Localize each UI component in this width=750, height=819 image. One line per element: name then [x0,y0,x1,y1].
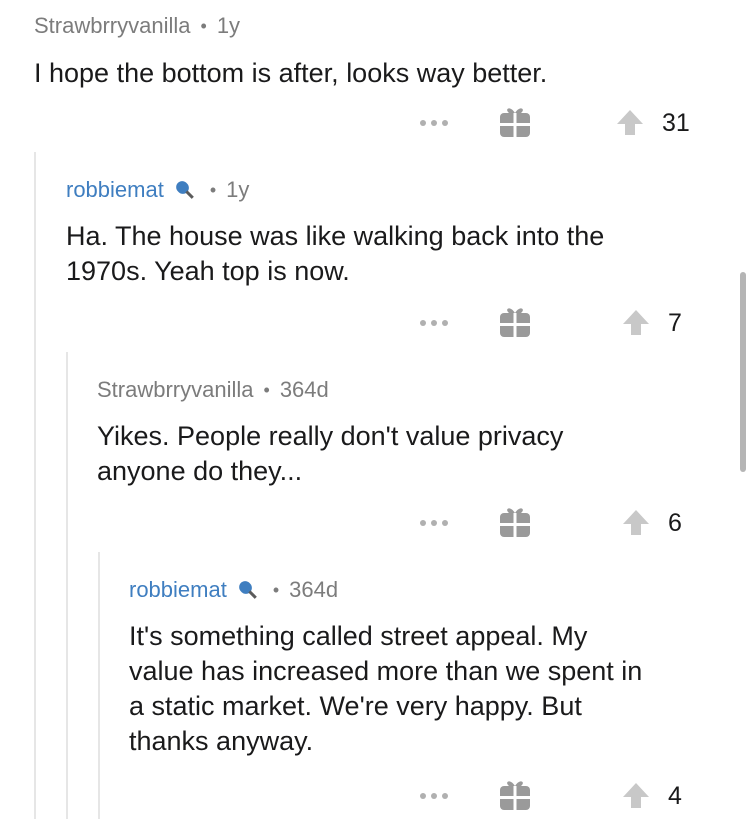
upvote-arrow-icon[interactable] [622,508,650,536]
upvote-arrow-icon[interactable] [616,108,644,136]
gift-award-icon[interactable] [498,778,532,812]
comment-body-line: I hope the bottom is after, looks way be… [34,58,548,88]
comment-meta: robbiemat • 364d [129,576,338,604]
comment-age: 364d [279,377,329,402]
comment-body: I hope the bottom is after, looks way be… [34,56,547,91]
comment-body: Yikes. People really don't value privacy… [97,419,563,489]
vote-count: 31 [662,109,690,137]
vote-count: 4 [668,782,682,810]
meta-separator: • [263,380,270,400]
upvote-arrow-icon[interactable] [622,781,650,809]
vote-count: 6 [668,509,682,537]
gift-award-icon[interactable] [498,305,532,339]
comment-body-line: 1970s. Yeah top is now. [66,256,350,286]
comment-body-line: thanks anyway. [129,726,314,756]
comment-author[interactable]: Strawbrryvanilla [97,376,254,404]
meta-separator: • [200,16,207,36]
thread-line-level-3[interactable] [98,552,100,819]
comment-author[interactable]: Strawbrryvanilla [34,12,191,40]
comment-age: 1y [216,13,241,38]
vote-count: 7 [668,309,682,337]
comment-meta: robbiemat • 1y [66,176,249,204]
comment-age: 364d [289,577,339,602]
comment-body-line: anyone do they... [97,456,303,486]
comment-meta: Strawbrryvanilla • 1y [34,12,240,40]
comment-body-line: a static market. We're very happy. But [129,691,582,721]
comment-age: 1y [226,177,250,202]
comment-body-line: Ha. The house was like walking back into… [66,221,605,251]
more-options-icon[interactable] [418,318,450,328]
more-options-icon[interactable] [418,518,450,528]
meta-separator: • [272,580,280,600]
comment-body-line: value has increased more than we spent i… [129,656,643,686]
thread-line-level-2[interactable] [66,352,68,819]
microphone-flair-icon [176,181,194,199]
upvote-arrow-icon[interactable] [622,308,650,336]
meta-separator: • [209,180,217,200]
gift-award-icon[interactable] [498,505,532,539]
comment-author[interactable]: robbiemat [129,576,227,604]
comment-meta: Strawbrryvanilla • 364d [97,376,329,404]
comment-body-line: Yikes. People really don't value privacy [97,421,564,451]
comment-body-line: It's something called street appeal. My [129,621,588,651]
gift-award-icon[interactable] [498,105,532,139]
comment-body: Ha. The house was like walking back into… [66,219,604,289]
thread-line-level-1[interactable] [34,152,36,819]
comment-author[interactable]: robbiemat [66,176,164,204]
comment-body: It's something called street appeal. My … [129,619,642,759]
more-options-icon[interactable] [418,791,450,801]
microphone-flair-icon [239,581,257,599]
scrollbar[interactable] [740,272,746,472]
more-options-icon[interactable] [418,118,450,128]
